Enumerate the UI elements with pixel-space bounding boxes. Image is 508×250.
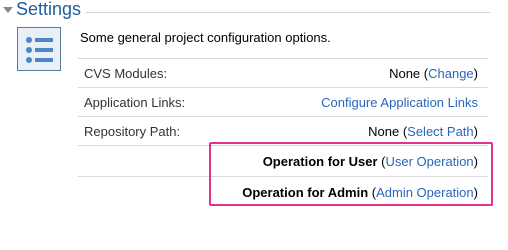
settings-table: CVS Modules: None (Change) Application L… bbox=[78, 58, 488, 207]
settings-header[interactable]: Settings bbox=[0, 0, 490, 24]
row-label: Application Links: bbox=[84, 95, 186, 110]
row-repository-path: Repository Path: None (Select Path) bbox=[78, 116, 488, 145]
operation-admin-label: Operation for Admin bbox=[242, 185, 369, 200]
change-link[interactable]: Change bbox=[428, 66, 474, 81]
row-value: None bbox=[368, 124, 400, 139]
header-divider bbox=[86, 12, 490, 13]
configure-application-links-link[interactable]: Configure Application Links bbox=[321, 95, 478, 110]
section-title: Settings bbox=[16, 0, 82, 19]
row-label: Repository Path: bbox=[84, 124, 181, 139]
row-label: CVS Modules: bbox=[84, 66, 168, 81]
admin-operation-link[interactable]: Admin Operation bbox=[376, 185, 474, 200]
row-operation-admin: Operation for Admin (Admin Operation) bbox=[78, 176, 488, 207]
row-value: None bbox=[389, 66, 421, 81]
collapse-triangle-icon[interactable] bbox=[3, 7, 13, 13]
section-description: Some general project configuration optio… bbox=[80, 30, 331, 45]
operation-user-label: Operation for User bbox=[262, 154, 378, 169]
row-application-links: Application Links: Configure Application… bbox=[78, 87, 488, 116]
user-operation-link[interactable]: User Operation bbox=[386, 154, 474, 169]
list-settings-icon bbox=[17, 27, 61, 71]
select-path-link[interactable]: Select Path bbox=[407, 124, 474, 139]
row-operation-user: Operation for User (User Operation) bbox=[78, 145, 488, 176]
row-cvs-modules: CVS Modules: None (Change) bbox=[78, 58, 488, 87]
